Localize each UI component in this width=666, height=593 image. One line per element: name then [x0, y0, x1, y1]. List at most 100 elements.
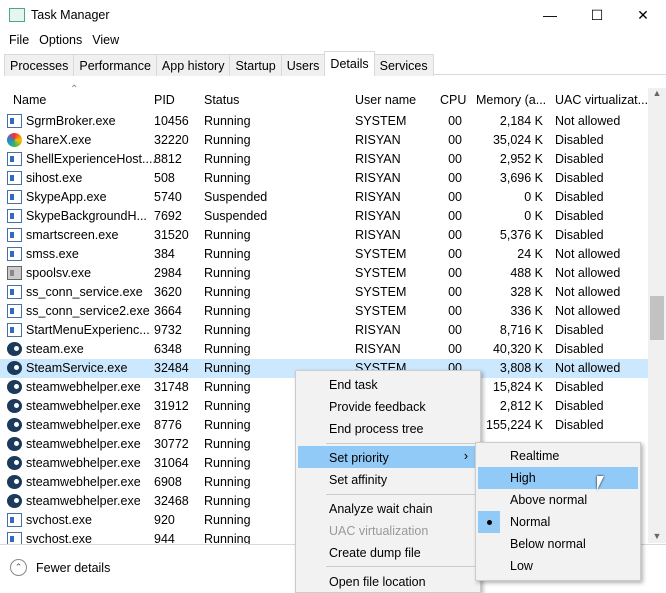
table-row[interactable]: spoolsv.exe 2984 Running SYSTEM 00 488 K Not a… [0, 264, 648, 283]
header-user[interactable]: User name [355, 93, 416, 107]
steam-icon [7, 475, 22, 489]
cell-pid: 31912 [154, 399, 189, 413]
fewer-details-button[interactable]: ⌃ Fewer details [10, 559, 110, 576]
table-row[interactable]: ss_conn_service2.exe 3664 Running SYSTEM 00 3… [0, 302, 648, 321]
table-row[interactable]: SkypeApp.exe 5740 Suspended RISYAN 00 0 K Disa… [0, 188, 648, 207]
menu-end-process-tree[interactable]: End process tree [298, 417, 478, 439]
cell-name: SteamService.exe [26, 361, 128, 375]
menu-separator [326, 566, 476, 567]
menu-create-dump-file[interactable]: Create dump file [298, 541, 478, 563]
cell-pid: 30772 [154, 437, 189, 451]
priority-low[interactable]: Low [478, 555, 638, 577]
cell-cpu: 00 [448, 152, 462, 166]
table-row[interactable]: SgrmBroker.exe 10456 Running SYSTEM 00 2,184 … [0, 112, 648, 131]
header-memory[interactable]: Memory (a... [476, 93, 546, 107]
application-icon [7, 323, 22, 337]
cell-uac: Disabled [555, 418, 604, 432]
cell-user: RISYAN [355, 171, 401, 185]
priority-above-normal[interactable]: Above normal [478, 489, 638, 511]
maximize-button[interactable]: ☐ [574, 0, 620, 30]
menu-file[interactable]: File [4, 33, 34, 47]
header-cpu[interactable]: CPU [440, 93, 466, 107]
cell-memory: 0 K [524, 190, 543, 204]
cell-status: Running [204, 494, 251, 508]
cell-name: smartscreen.exe [26, 228, 119, 242]
menu-open-file-location[interactable]: Open file location [298, 570, 478, 592]
cell-pid: 31064 [154, 456, 189, 470]
cell-uac: Disabled [555, 380, 604, 394]
cell-status: Running [204, 285, 251, 299]
header-pid[interactable]: PID [154, 93, 175, 107]
cell-status: Running [204, 475, 251, 489]
tab-app-history[interactable]: App history [155, 54, 231, 76]
tab-details[interactable]: Details [324, 51, 375, 75]
cell-name: steamwebhelper.exe [26, 437, 141, 451]
menu-end-task[interactable]: End task [298, 373, 478, 395]
priority-realtime[interactable]: Realtime [478, 445, 638, 467]
cell-cpu: 00 [448, 285, 462, 299]
cell-memory: 0 K [524, 209, 543, 223]
cell-name: svchost.exe [26, 513, 93, 527]
cell-uac: Not allowed [555, 361, 621, 375]
menu-view[interactable]: View [87, 33, 124, 47]
tab-services[interactable]: Services [373, 54, 434, 76]
scroll-thumb[interactable] [650, 296, 664, 340]
application-icon [7, 209, 22, 223]
cell-pid: 32220 [154, 133, 189, 147]
cell-name: ShellExperienceHost.... [26, 152, 156, 166]
printer-icon [7, 266, 22, 280]
application-icon [7, 152, 22, 166]
table-row[interactable]: ss_conn_service.exe 3620 Running SYSTEM 00 32… [0, 283, 648, 302]
header-name[interactable]: Name [13, 93, 46, 107]
steam-icon [7, 418, 22, 432]
priority-high[interactable]: High [478, 467, 638, 489]
cell-cpu: 00 [448, 228, 462, 242]
cell-pid: 3620 [154, 285, 182, 299]
cell-memory: 5,376 K [499, 228, 543, 242]
table-row[interactable]: sihost.exe 508 Running RISYAN 00 3,696 K Disab… [0, 169, 648, 188]
table-row[interactable]: steam.exe 6348 Running RISYAN 00 40,320 K Disa… [0, 340, 648, 359]
cell-name: steamwebhelper.exe [26, 380, 141, 394]
cell-status: Suspended [204, 190, 268, 204]
tab-processes[interactable]: Processes [4, 54, 75, 76]
cell-pid: 32468 [154, 494, 189, 508]
scroll-down-icon[interactable]: ▼ [648, 531, 666, 541]
window-title: Task Manager [31, 8, 110, 22]
menu-set-affinity[interactable]: Set affinity [298, 468, 478, 490]
cell-memory: 328 K [510, 285, 543, 299]
column-headers: ⌃ Name PID Status User name CPU Memory (… [0, 84, 648, 110]
close-button[interactable]: ✕ [620, 0, 666, 30]
table-row[interactable]: smss.exe 384 Running SYSTEM 00 24 K Not allowe… [0, 245, 648, 264]
menu-options[interactable]: Options [34, 33, 87, 47]
steam-icon [7, 456, 22, 470]
table-row[interactable]: smartscreen.exe 31520 Running RISYAN 00 5,376… [0, 226, 648, 245]
minimize-button[interactable]: — [527, 0, 573, 30]
cell-pid: 10456 [154, 114, 189, 128]
cell-status: Running [204, 418, 251, 432]
steam-icon [7, 361, 22, 375]
priority-submenu: Realtime High Above normal Normal Below … [475, 442, 641, 581]
header-uac[interactable]: UAC virtualizat... [555, 93, 648, 107]
tab-performance[interactable]: Performance [73, 54, 157, 76]
chevron-right-icon: › [463, 449, 468, 463]
cell-status: Running [204, 152, 251, 166]
cell-name: steamwebhelper.exe [26, 456, 141, 470]
table-row[interactable]: ShellExperienceHost.... 8812 Running RISYAN… [0, 150, 648, 169]
menu-provide-feedback[interactable]: Provide feedback [298, 395, 478, 417]
table-row[interactable]: ShareX.exe 32220 Running RISYAN 00 35,024 K Di… [0, 131, 648, 150]
application-icon [7, 247, 22, 261]
scroll-up-icon[interactable]: ▲ [648, 88, 666, 98]
priority-below-normal[interactable]: Below normal [478, 533, 638, 555]
priority-normal[interactable]: Normal [478, 511, 638, 533]
menu-set-priority[interactable]: Set priority › [298, 446, 478, 468]
table-row[interactable]: SkypeBackgroundH... 7692 Suspended RISYAN 00… [0, 207, 648, 226]
cell-name: steamwebhelper.exe [26, 399, 141, 413]
tab-users[interactable]: Users [280, 54, 326, 76]
header-status[interactable]: Status [204, 93, 239, 107]
vertical-scrollbar[interactable]: ▲ ▼ [648, 88, 666, 543]
menu-analyze-wait-chain[interactable]: Analyze wait chain [298, 497, 478, 519]
table-row[interactable]: StartMenuExperienc... 9732 Running RISYAN 00… [0, 321, 648, 340]
tab-startup[interactable]: Startup [229, 54, 282, 76]
cell-name: spoolsv.exe [26, 266, 92, 280]
cell-uac: Not allowed [555, 285, 621, 299]
